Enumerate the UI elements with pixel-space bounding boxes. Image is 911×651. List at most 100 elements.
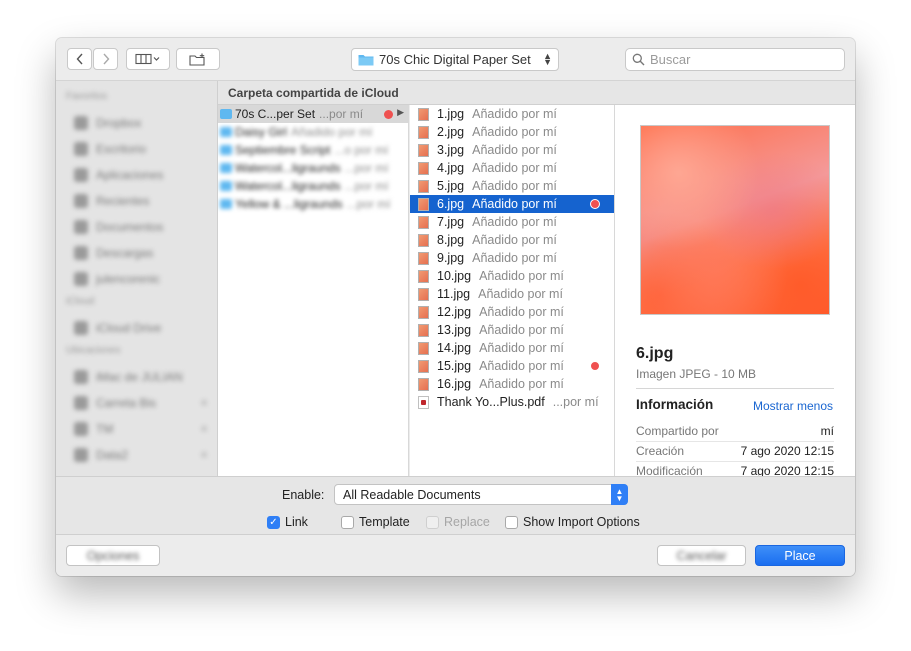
file-row[interactable]: 13.jpg Añadido por mí <box>410 321 614 339</box>
options-button[interactable]: Opciones <box>66 545 160 566</box>
eject-icon[interactable]: ≡ <box>201 450 207 461</box>
sidebar-item[interactable]: Escritorio <box>66 136 207 162</box>
file-row[interactable]: 8.jpg Añadido por mí <box>410 231 614 249</box>
sidebar-section-heading: Ubicaciones <box>66 345 121 356</box>
enable-popup[interactable]: All Readable Documents ▲ ▼ <box>334 484 628 505</box>
image-file-icon <box>418 341 429 355</box>
dialog-footer: Opciones Cancelar Place <box>56 535 855 576</box>
checkbox-label: Template <box>359 515 410 529</box>
folder-name: Watercol...ligraunds <box>235 179 341 193</box>
folder-row[interactable]: 70s C...per Set ...por mí ▶ <box>218 105 408 123</box>
file-row[interactable]: 12.jpg Añadido por mí <box>410 303 614 321</box>
cancel-button[interactable]: Cancelar <box>657 545 746 566</box>
sidebar-item[interactable]: Data2 ≡ <box>66 442 207 468</box>
file-row[interactable]: 5.jpg Añadido por mí <box>410 177 614 195</box>
file-row[interactable]: 4.jpg Añadido por mí <box>410 159 614 177</box>
image-file-icon <box>418 287 429 301</box>
back-button[interactable] <box>67 48 92 70</box>
preview-kind: Imagen JPEG - 10 MB <box>636 367 757 381</box>
sidebar-item[interactable]: Recientes <box>66 188 207 214</box>
checkbox-option[interactable]: Show Import Options <box>505 515 640 529</box>
checkbox-label: Link <box>285 515 308 529</box>
file-row[interactable]: 2.jpg Añadido por mí <box>410 123 614 141</box>
eject-icon[interactable]: ≡ <box>201 424 207 435</box>
folder-row[interactable]: Watercol...ligraunds ...por mí <box>218 159 408 177</box>
sidebar-item[interactable]: TM ≡ <box>66 416 207 442</box>
file-name: 15.jpg <box>437 359 472 373</box>
checkbox[interactable]: ✓ <box>267 515 280 529</box>
file-row[interactable]: 6.jpg Añadido por mí <box>410 195 614 213</box>
file-row[interactable]: 11.jpg Añadido por mí <box>410 285 614 303</box>
forward-button[interactable] <box>93 48 118 70</box>
sidebar-item-icon <box>74 246 88 260</box>
sidebar-item[interactable]: Documentos <box>66 214 207 240</box>
info-value: 7 ago 2020 12:15 <box>740 444 834 458</box>
image-file-icon <box>418 305 429 319</box>
sidebar-item[interactable]: Carreta Bis ≡ <box>66 390 207 416</box>
sidebar-item[interactable]: iCloud Drive <box>66 315 207 341</box>
checkbox[interactable] <box>341 515 354 529</box>
checkbox-option[interactable]: Template <box>341 515 410 529</box>
file-row[interactable]: 1.jpg Añadido por mí <box>410 105 614 123</box>
image-file-icon <box>418 215 429 229</box>
sidebar-item-icon <box>74 321 88 335</box>
sidebar-item[interactable]: iMac de JULIAN <box>66 364 207 390</box>
file-row[interactable]: 7.jpg Añadido por mí <box>410 213 614 231</box>
sidebar-item[interactable]: Dropbox <box>66 110 207 136</box>
folder-status: ...por mí <box>344 161 389 175</box>
checkbox-option[interactable]: ✓ Link <box>267 515 308 529</box>
image-file-icon <box>418 269 429 283</box>
file-row[interactable]: 3.jpg Añadido por mí <box>410 141 614 159</box>
file-name: 3.jpg <box>437 143 465 157</box>
sidebar-item-label: Documentos <box>96 220 164 234</box>
sidebar-item-label: julencorenic <box>96 272 161 286</box>
search-icon <box>632 53 645 66</box>
chevron-left-icon <box>76 53 83 65</box>
eject-icon[interactable]: ≡ <box>201 398 207 409</box>
file-name: 13.jpg <box>437 323 472 337</box>
sidebar-item-label: Aplicaciones <box>96 168 164 182</box>
folder-row[interactable]: Yellow & ...ligraunds ...por mí <box>218 195 408 213</box>
sidebar-item[interactable]: Aplicaciones <box>66 162 207 188</box>
chevron-right-icon <box>102 53 109 65</box>
sidebar-item-icon <box>74 422 88 436</box>
red-tag-icon <box>384 110 393 119</box>
folder-status: ...por mí <box>319 107 364 121</box>
sidebar-item[interactable]: Descargas <box>66 240 207 266</box>
image-file-icon <box>418 377 429 391</box>
file-row[interactable]: 10.jpg Añadido por mí <box>410 267 614 285</box>
view-mode-button[interactable] <box>126 48 170 70</box>
sidebar-item[interactable]: julencorenic <box>66 266 207 292</box>
folder-icon <box>220 163 232 173</box>
sidebar-item-label: Escritorio <box>96 142 147 156</box>
file-status: Añadido por mí <box>479 269 564 283</box>
preview-filename: 6.jpg <box>636 345 674 362</box>
file-row[interactable]: 15.jpg Añadido por mí <box>410 357 614 375</box>
image-file-icon <box>418 251 429 265</box>
location-popup[interactable]: 70s Chic Digital Paper Set ▲ ▼ <box>351 48 559 71</box>
sidebar-item-label: Data2 <box>96 448 129 462</box>
folder-icon <box>220 181 232 191</box>
sidebar-item-icon <box>74 370 88 384</box>
folder-icon <box>220 199 232 209</box>
search-input[interactable] <box>650 52 830 67</box>
file-row[interactable]: 9.jpg Añadido por mí <box>410 249 614 267</box>
folder-name: Yellow & ...ligraunds <box>235 197 343 211</box>
folder-row[interactable]: Septiembre Script ...o por mí <box>218 141 408 159</box>
file-row[interactable]: 16.jpg Añadido por mí <box>410 375 614 393</box>
folder-row[interactable]: Watercol...ligraunds ...por mí <box>218 177 408 195</box>
folder-row[interactable]: Daisy Girl Añadido por mí <box>218 123 408 141</box>
place-button-label: Place <box>784 548 816 563</box>
file-row[interactable]: 14.jpg Añadido por mí <box>410 339 614 357</box>
image-file-icon <box>418 197 429 211</box>
file-name: 5.jpg <box>437 179 465 193</box>
checkbox[interactable] <box>505 515 518 529</box>
sidebar: Favoritos Dropbox Escritorio Aplicaciones Re… <box>56 81 218 476</box>
new-folder-button[interactable] <box>176 48 220 70</box>
place-button[interactable]: Place <box>755 545 845 566</box>
search-field[interactable] <box>625 48 845 71</box>
folder-icon <box>358 55 374 66</box>
show-less-link[interactable]: Mostrar menos <box>753 399 833 413</box>
file-row[interactable]: Thank Yo...Plus.pdf ...por mí <box>410 393 614 411</box>
file-name: 1.jpg <box>437 107 465 121</box>
